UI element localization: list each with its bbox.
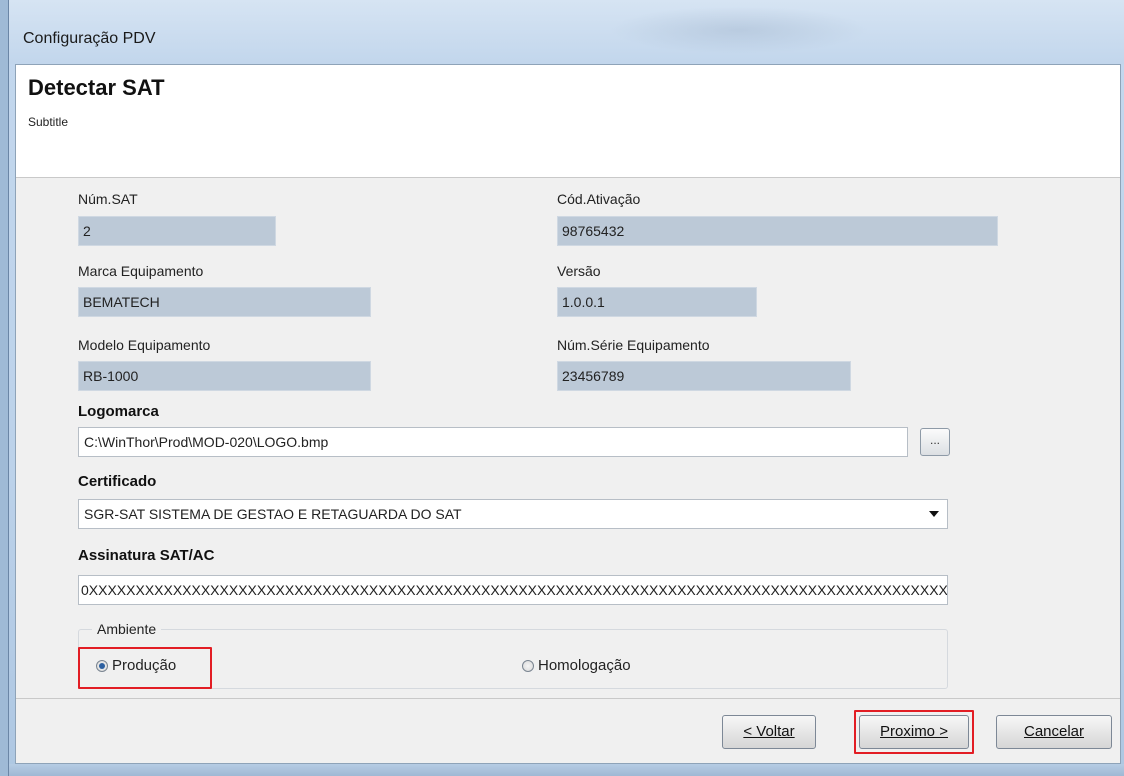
- versao-field: 1.0.0.1: [557, 287, 757, 317]
- logomarca-label: Logomarca: [78, 403, 159, 420]
- marca-equipamento-field: BEMATECH: [78, 287, 371, 317]
- certificado-label: Certificado: [78, 473, 157, 490]
- certificado-select[interactable]: SGR-SAT SISTEMA DE GESTAO E RETAGUARDA D…: [78, 499, 948, 529]
- highlight-producao: [78, 647, 212, 689]
- window-bottom-border: [9, 764, 1124, 776]
- cod-ativacao-label: Cód.Ativação: [557, 191, 641, 207]
- wizard-content: Detectar SAT Subtitle Núm.SAT 2 Cód.Ativ…: [15, 64, 1121, 764]
- num-sat-label: Núm.SAT: [78, 191, 138, 207]
- radio-homologacao[interactable]: Homologação: [522, 657, 631, 674]
- versao-label: Versão: [557, 263, 601, 279]
- assinatura-label: Assinatura SAT/AC: [78, 547, 215, 564]
- ambiente-legend: Ambiente: [92, 621, 162, 637]
- chevron-down-icon[interactable]: [929, 511, 939, 517]
- num-serie-label: Núm.Série Equipamento: [557, 337, 710, 353]
- wizard-header: Detectar SAT Subtitle: [16, 65, 1120, 178]
- radio-homologacao-label: Homologação: [538, 657, 631, 674]
- logomarca-path-input[interactable]: C:\WinThor\Prod\MOD-020\LOGO.bmp: [78, 427, 908, 457]
- radio-unselected-icon[interactable]: [522, 659, 534, 672]
- modelo-equipamento-label: Modelo Equipamento: [78, 337, 211, 353]
- num-sat-field: 2: [78, 216, 276, 246]
- cod-ativacao-field: 98765432: [557, 216, 998, 246]
- num-serie-field: 23456789: [557, 361, 851, 391]
- back-button[interactable]: < Voltar: [722, 715, 816, 749]
- window-title: Configuração PDV: [23, 30, 156, 47]
- marca-equipamento-label: Marca Equipamento: [78, 263, 204, 279]
- modelo-equipamento-field: RB-1000: [78, 361, 371, 391]
- assinatura-input[interactable]: 0XXXXXXXXXXXXXXXXXXXXXXXXXXXXXXXXXXXXXXX…: [78, 575, 948, 605]
- highlight-next: [854, 710, 974, 754]
- config-pdv-window: Configuração PDV Detectar SAT Subtitle N…: [8, 0, 1124, 776]
- page-title: Detectar SAT: [28, 75, 165, 100]
- wizard-footer: < Voltar Proximo > Cancelar: [16, 698, 1120, 763]
- cancel-button[interactable]: Cancelar: [996, 715, 1112, 749]
- title-bar-reflection: [609, 6, 869, 54]
- title-bar: Configuração PDV: [9, 0, 1124, 64]
- certificado-selected-value: SGR-SAT SISTEMA DE GESTAO E RETAGUARDA D…: [84, 506, 462, 522]
- browse-logo-button[interactable]: ...: [920, 428, 950, 456]
- page-subtitle: Subtitle: [28, 115, 69, 129]
